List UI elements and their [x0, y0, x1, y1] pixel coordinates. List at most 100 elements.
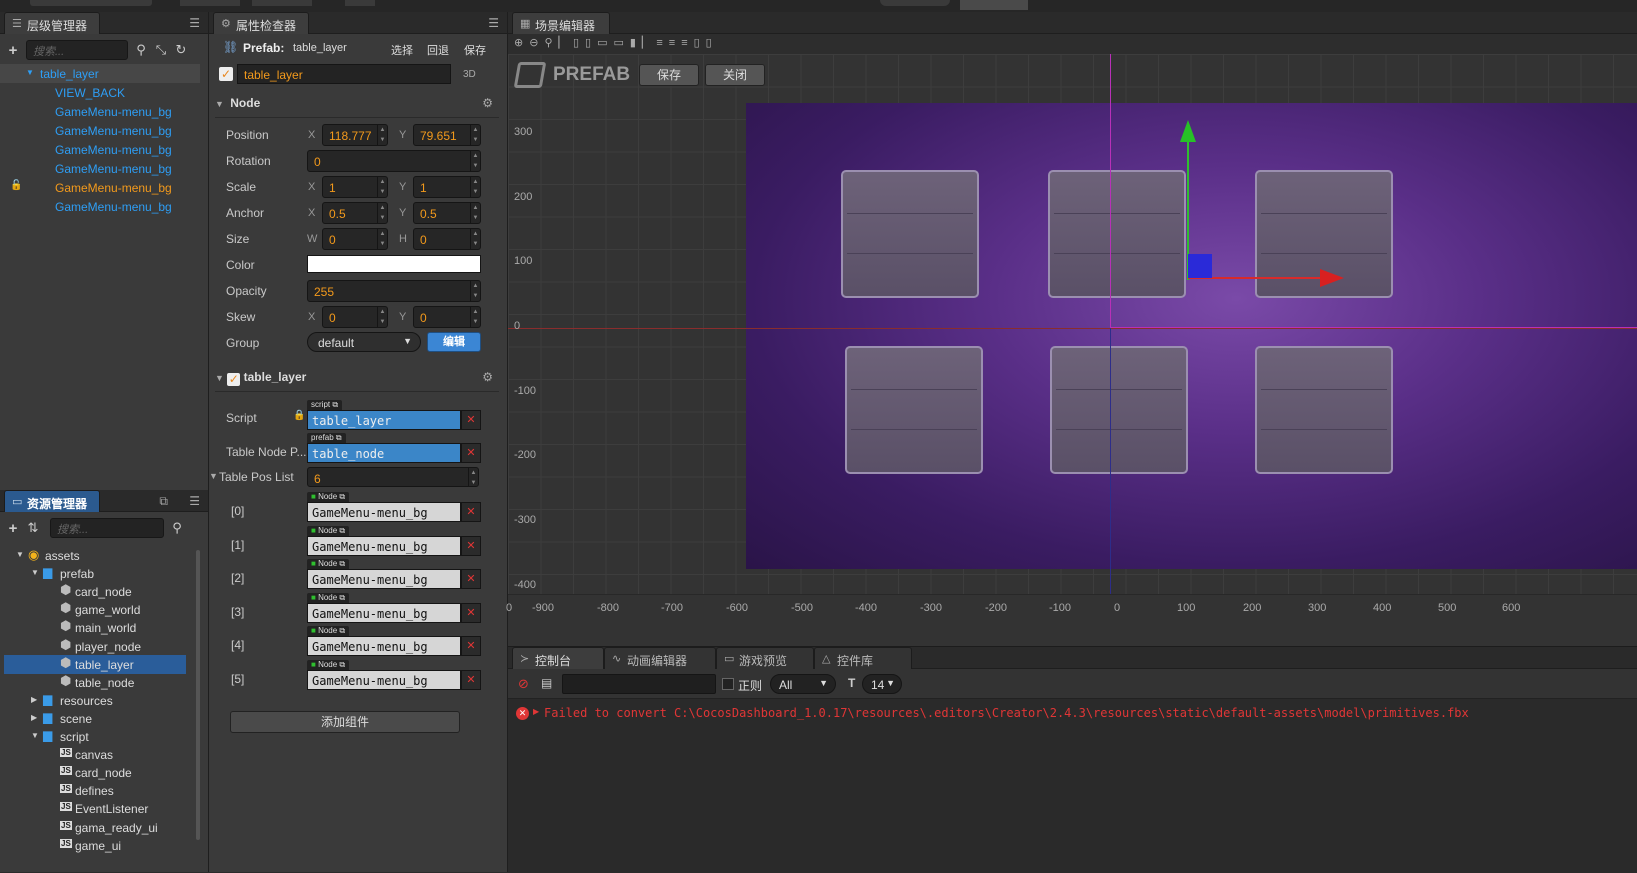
pos-list-node-field[interactable]: GameMenu-menu_bg — [307, 602, 461, 623]
chevron-down-icon[interactable]: ▼ — [26, 68, 34, 77]
table-slot-card[interactable] — [1255, 346, 1393, 474]
asset-item[interactable]: ▼ ▆ prefab — [4, 564, 186, 583]
assets-search-input[interactable]: 搜索... — [50, 518, 164, 538]
add-icon[interactable]: + — [6, 42, 20, 59]
log-file-icon[interactable]: ▤ — [541, 676, 552, 690]
add-component-button[interactable]: 添加组件 — [230, 711, 460, 733]
node-section-header[interactable]: ▼ Node ⚙ — [215, 96, 499, 118]
clear-node-button[interactable]: ✕ — [461, 602, 481, 623]
table-slot-card[interactable] — [845, 346, 983, 474]
table-pos-list-count-input[interactable]: 6 ▲ ▼ — [307, 467, 479, 487]
collapse-icon[interactable]: ⤡ — [154, 42, 168, 58]
scene-viewport[interactable]: PREFAB 保存 关闭 300 200 100 0 -100 -200 -300 -400 — [508, 54, 1637, 624]
pos-list-node-field[interactable]: GameMenu-menu_bg — [307, 636, 461, 656]
gear-icon[interactable]: ⚙ — [482, 370, 493, 384]
prefab-select-button[interactable]: 选择 — [391, 42, 413, 58]
toolbar-button[interactable] — [345, 0, 375, 6]
component-enabled-checkbox[interactable]: ✓ — [227, 373, 241, 386]
group-select[interactable]: default ▼ — [307, 332, 421, 352]
opacity-input[interactable]: 255 ▲ ▼ — [307, 280, 481, 302]
skew-x-input[interactable]: 0 ▲ ▼ — [322, 306, 388, 328]
table-slot-card[interactable] — [1050, 346, 1188, 474]
move-gizmo-y-arrow[interactable] — [1180, 120, 1196, 142]
spinner[interactable]: ▲ ▼ — [377, 307, 387, 327]
log-level-select[interactable]: All ▼ — [770, 674, 836, 694]
asset-item[interactable]: JS gama_ready_ui — [4, 818, 186, 837]
spinner[interactable]: ▲ ▼ — [468, 468, 478, 486]
search-icon[interactable]: ⚲ — [134, 42, 148, 58]
unlock-icon[interactable]: 🔓 — [10, 180, 22, 191]
asset-item[interactable]: ▼ ◉ assets — [4, 546, 186, 565]
position-x-input[interactable]: 118.777 ▲ ▼ — [322, 124, 388, 146]
chevron-down-icon[interactable]: ▼ — [16, 550, 24, 559]
spinner[interactable]: ▲ ▼ — [470, 229, 480, 249]
hierarchy-node[interactable]: ▼ table_layer — [0, 64, 200, 83]
table-node-field[interactable]: table_node — [307, 443, 461, 463]
asset-item[interactable]: ▶ ▆ scene — [4, 709, 186, 728]
table-slot-card[interactable] — [841, 170, 979, 298]
tab-scene-editor[interactable]: ▦ 场景编辑器 — [512, 12, 610, 34]
component-section-header[interactable]: ▼ ✓ table_layer ⚙ — [215, 370, 499, 392]
spinner[interactable]: ▲ ▼ — [470, 307, 480, 327]
spinner[interactable]: ▲ ▼ — [377, 203, 387, 223]
prefab-revert-button[interactable]: 回退 — [427, 42, 449, 58]
prefab-save-button[interactable]: 保存 — [464, 42, 486, 58]
sort-icon[interactable]: ⇅ — [26, 520, 40, 536]
add-icon[interactable]: + — [6, 520, 20, 537]
hierarchy-node[interactable]: GameMenu-menu_bg — [0, 102, 200, 121]
tab-inspector[interactable]: ⚙ 属性检查器 — [213, 12, 309, 34]
hierarchy-node[interactable]: GameMenu-menu_bg — [0, 197, 200, 216]
clear-script-button[interactable]: ✕ — [461, 410, 481, 430]
move-gizmo-center-handle[interactable] — [1188, 254, 1212, 278]
panel-menu-icon[interactable]: ☰ — [189, 494, 200, 508]
search-icon[interactable]: ⚲ — [170, 520, 184, 536]
skew-y-input[interactable]: 0 ▲ ▼ — [413, 306, 481, 328]
refresh-icon[interactable]: ↻ — [174, 42, 188, 58]
asset-item[interactable]: ⬢ table_layer — [4, 654, 186, 674]
asset-item[interactable]: ⬢ main_world — [4, 618, 186, 637]
size-w-input[interactable]: 0 ▲ ▼ — [322, 228, 388, 250]
expand-arrow-icon[interactable]: ▶ — [533, 707, 539, 716]
spinner[interactable]: ▲ ▼ — [470, 151, 480, 171]
hierarchy-node[interactable]: GameMenu-menu_bg — [0, 121, 200, 140]
toolbar-button[interactable] — [180, 0, 240, 6]
color-swatch[interactable] — [307, 255, 481, 273]
pos-list-node-field[interactable]: GameMenu-menu_bg — [307, 502, 461, 522]
console-filter-input[interactable] — [562, 674, 716, 694]
gear-icon[interactable]: ⚙ — [482, 96, 493, 110]
assets-scrollbar[interactable] — [196, 550, 200, 840]
spinner[interactable]: ▲ ▼ — [470, 281, 480, 301]
tab-hierarchy[interactable]: ☰ 层级管理器 — [4, 12, 100, 34]
popout-icon[interactable]: ⧉ — [159, 494, 168, 509]
font-size-select[interactable]: 14 ▼ — [862, 674, 902, 694]
spinner[interactable]: ▲ ▼ — [377, 125, 387, 145]
chevron-down-icon[interactable]: ▼ — [31, 731, 39, 740]
anchor-x-input[interactable]: 0.5 ▲ ▼ — [322, 202, 388, 224]
clear-table-node-button[interactable]: ✕ — [461, 443, 481, 463]
spinner[interactable]: ▲ ▼ — [470, 203, 480, 223]
spinner[interactable]: ▲ ▼ — [470, 177, 480, 197]
asset-item[interactable]: ▼ ▆ script — [4, 727, 186, 746]
group-edit-button[interactable]: 编辑 — [427, 332, 481, 352]
regex-checkbox[interactable] — [722, 678, 734, 690]
asset-item[interactable]: JS defines — [4, 781, 186, 800]
hierarchy-node[interactable]: GameMenu-menu_bg — [0, 140, 200, 159]
hierarchy-node[interactable]: VIEW_BACK — [0, 83, 200, 102]
node-active-checkbox[interactable]: ✓ — [219, 67, 233, 81]
scene-close-button[interactable]: 关闭 — [705, 64, 765, 86]
console-error-row[interactable]: ✕ ▶ Failed to convert C:\CocosDashboard_… — [508, 703, 1637, 725]
tab-game-preview[interactable]: ▭ 游戏预览 — [716, 647, 814, 669]
tab-animation-editor[interactable]: ∿ 动画编辑器 — [604, 647, 716, 669]
toolbar-button[interactable] — [880, 0, 950, 6]
pos-list-node-field[interactable]: GameMenu-menu_bg — [307, 535, 461, 556]
pos-list-node-field[interactable]: GameMenu-menu_bg — [307, 669, 461, 690]
clear-node-button[interactable]: ✕ — [461, 535, 481, 556]
align-icons[interactable]: ▏▯▯▭▭▮▏≡≡≡▯▯ — [559, 37, 718, 49]
node-name-input[interactable]: table_layer — [237, 64, 451, 84]
chevron-down-icon[interactable]: ▼ — [209, 471, 218, 481]
chevron-right-icon[interactable]: ▶ — [31, 695, 37, 704]
pos-list-node-field[interactable]: GameMenu-menu_bg — [307, 569, 461, 589]
hierarchy-node[interactable]: 🔓 GameMenu-menu_bg — [0, 178, 200, 197]
tab-assets[interactable]: ▭ 资源管理器 — [4, 490, 100, 512]
position-y-input[interactable]: 79.651 ▲ ▼ — [413, 124, 481, 146]
